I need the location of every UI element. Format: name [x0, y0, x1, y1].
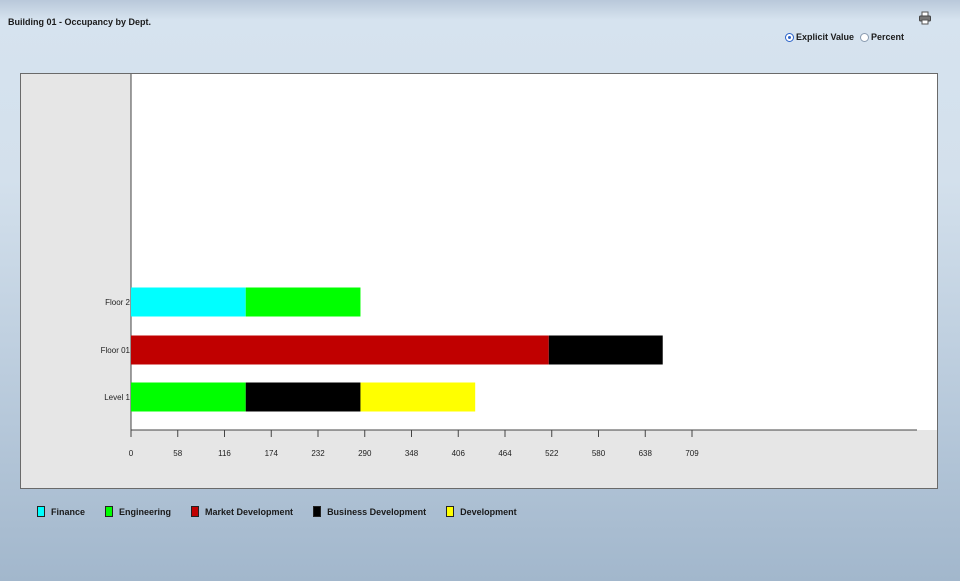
bar-segment [360, 382, 476, 412]
bar-segment [131, 335, 549, 365]
y-category-label: Floor 01 [101, 346, 131, 355]
x-tick-label: 174 [265, 449, 279, 458]
percent-option[interactable]: Percent [860, 32, 904, 42]
legend-label: Engineering [119, 506, 172, 517]
legend-swatch [313, 506, 322, 517]
x-tick-label: 580 [592, 449, 606, 458]
x-tick-label: 116 [218, 449, 231, 458]
legend-label: Finance [51, 506, 86, 517]
legend-label: Market Development [205, 506, 294, 517]
display-mode-group: Explicit Value Percent [785, 32, 910, 42]
x-tick-label: 522 [545, 449, 559, 458]
legend-label: Business Development [327, 506, 427, 517]
legend-item: Market Development [191, 506, 293, 517]
explicit-value-option[interactable]: Explicit Value [785, 32, 854, 42]
x-tick-label: 406 [452, 449, 466, 458]
legend-label: Development [460, 506, 517, 517]
legend-item: Business Development [313, 506, 426, 517]
legend-swatch [446, 506, 455, 517]
x-tick-label: 58 [173, 449, 182, 458]
legend-swatch [37, 506, 45, 517]
legend-item: Engineering [105, 506, 171, 517]
bar-segment [548, 335, 663, 365]
legend-item: Development [446, 506, 517, 517]
x-tick-label: 464 [498, 449, 512, 458]
x-tick-label: 290 [358, 449, 372, 458]
chart-legend: Finance Engineering Market Development Busi… [37, 506, 537, 517]
x-tick-label: 0 [129, 449, 134, 458]
x-tick-label: 709 [685, 449, 699, 458]
legend-swatch [191, 506, 200, 517]
bar-segment [245, 287, 361, 317]
legend-item: Finance [37, 506, 85, 517]
chart-title: Building 01 - Occupancy by Dept. [8, 17, 152, 27]
y-category-label: Level 1 [104, 393, 130, 402]
explicit-value-label: Explicit Value [796, 32, 855, 42]
y-category-label: Floor 2 [105, 298, 130, 307]
bar-segment [245, 382, 361, 412]
explicit-value-radio[interactable] [785, 32, 794, 42]
plot-area [131, 74, 937, 430]
percent-radio[interactable] [860, 32, 870, 42]
bar-segment [131, 382, 246, 412]
x-tick-label: 638 [639, 449, 653, 458]
legend-swatch [105, 506, 114, 517]
percent-label: Percent [871, 32, 905, 42]
printer-icon[interactable] [918, 11, 932, 25]
x-tick-label: 348 [405, 449, 419, 458]
x-tick-label: 232 [311, 449, 325, 458]
bar-segment [131, 287, 246, 317]
occupancy-chart: 0 58 116 174 232 290 348 406 464 522 580 638 709 Floo… [101, 74, 937, 458]
chart-frame: 0 58 116 174 232 290 348 406 464 522 580 638 709 Floo… [20, 73, 938, 489]
